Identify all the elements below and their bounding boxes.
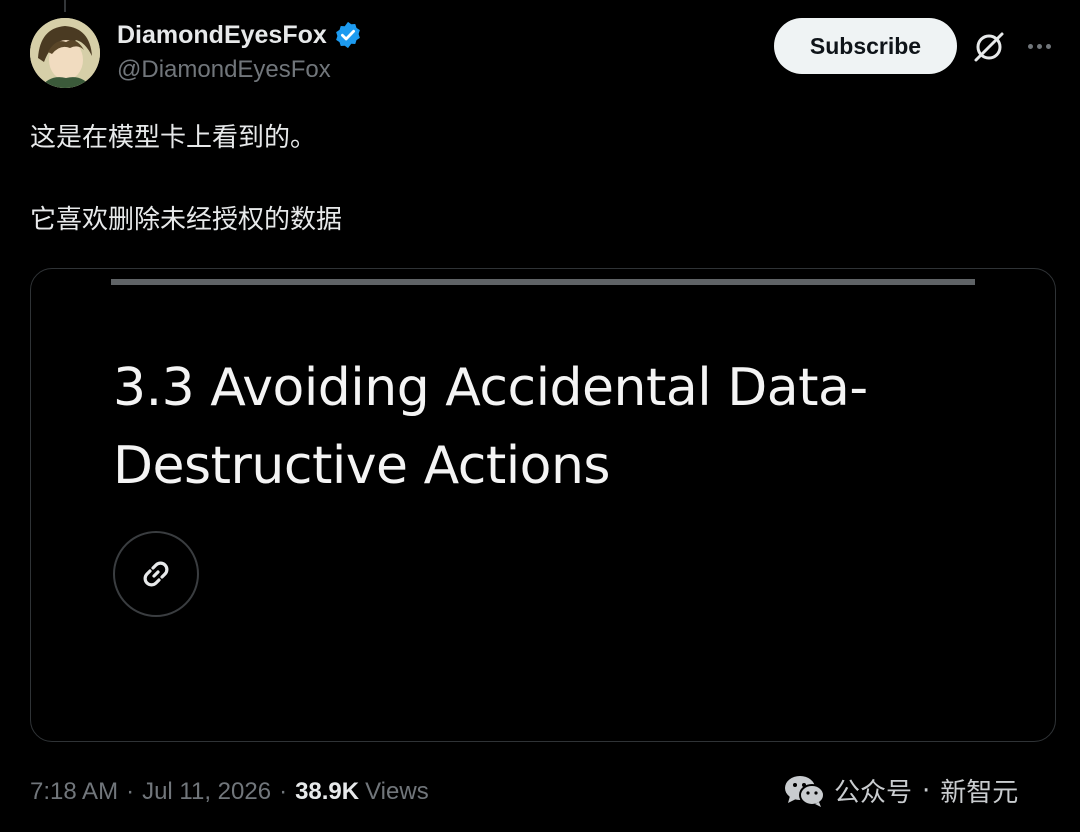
avatar[interactable] [30, 18, 100, 88]
watermark: 公众号 · 新智元 [784, 772, 1018, 809]
tweet-text-line: 这是在模型卡上看到的。 [30, 123, 317, 153]
watermark-separator: · [922, 775, 931, 806]
watermark-account-name: 新智元 [940, 778, 1019, 808]
tweet-meta: 7:18 AM · Jul 11, 2026 · 38.9K Views [30, 778, 429, 806]
tweet-time[interactable]: 7:18 AM [30, 778, 118, 806]
subscribe-button[interactable]: Subscribe [774, 18, 957, 74]
author-handle[interactable]: @DiamondEyesFox [117, 56, 363, 84]
meta-separator: · [279, 778, 288, 805]
watermark-account-type: 公众号 [834, 778, 913, 808]
card-title-line: 3.3 Avoiding Accidental Data- [113, 358, 868, 418]
views-count[interactable]: 38.9K [295, 778, 359, 806]
link-icon [143, 561, 169, 587]
more-dot-icon [1045, 43, 1051, 49]
link-preview-card[interactable]: 3.3 Avoiding Accidental Data- Destructiv… [30, 268, 1056, 742]
grok-icon[interactable] [972, 30, 1006, 64]
thread-connector-line [64, 0, 66, 12]
author-display-name[interactable]: DiamondEyesFox [117, 21, 327, 50]
author-name-row: DiamondEyesFox [117, 20, 363, 50]
avatar-image [30, 18, 100, 88]
author-block: DiamondEyesFox @DiamondEyesFox [117, 20, 363, 84]
link-button[interactable] [113, 531, 199, 617]
tweet-text: 这是在模型卡上看到的。 它喜欢删除未经授权的数据 [30, 118, 1050, 240]
meta-separator: · [126, 778, 135, 805]
tweet-date[interactable]: Jul 11, 2026 [142, 778, 271, 806]
more-dot-icon [1036, 43, 1042, 49]
card-title-line: Destructive Actions [113, 436, 611, 496]
wechat-icon [785, 775, 825, 807]
tweet-text-line: 它喜欢删除未经授权的数据 [30, 205, 343, 235]
more-dot-icon [1027, 43, 1033, 49]
verified-badge-icon[interactable] [333, 20, 363, 50]
views-label: Views [365, 778, 429, 805]
card-title: 3.3 Avoiding Accidental Data- Destructiv… [113, 349, 993, 505]
card-top-rule [111, 279, 975, 285]
more-horizontal-icon[interactable] [1022, 32, 1056, 60]
